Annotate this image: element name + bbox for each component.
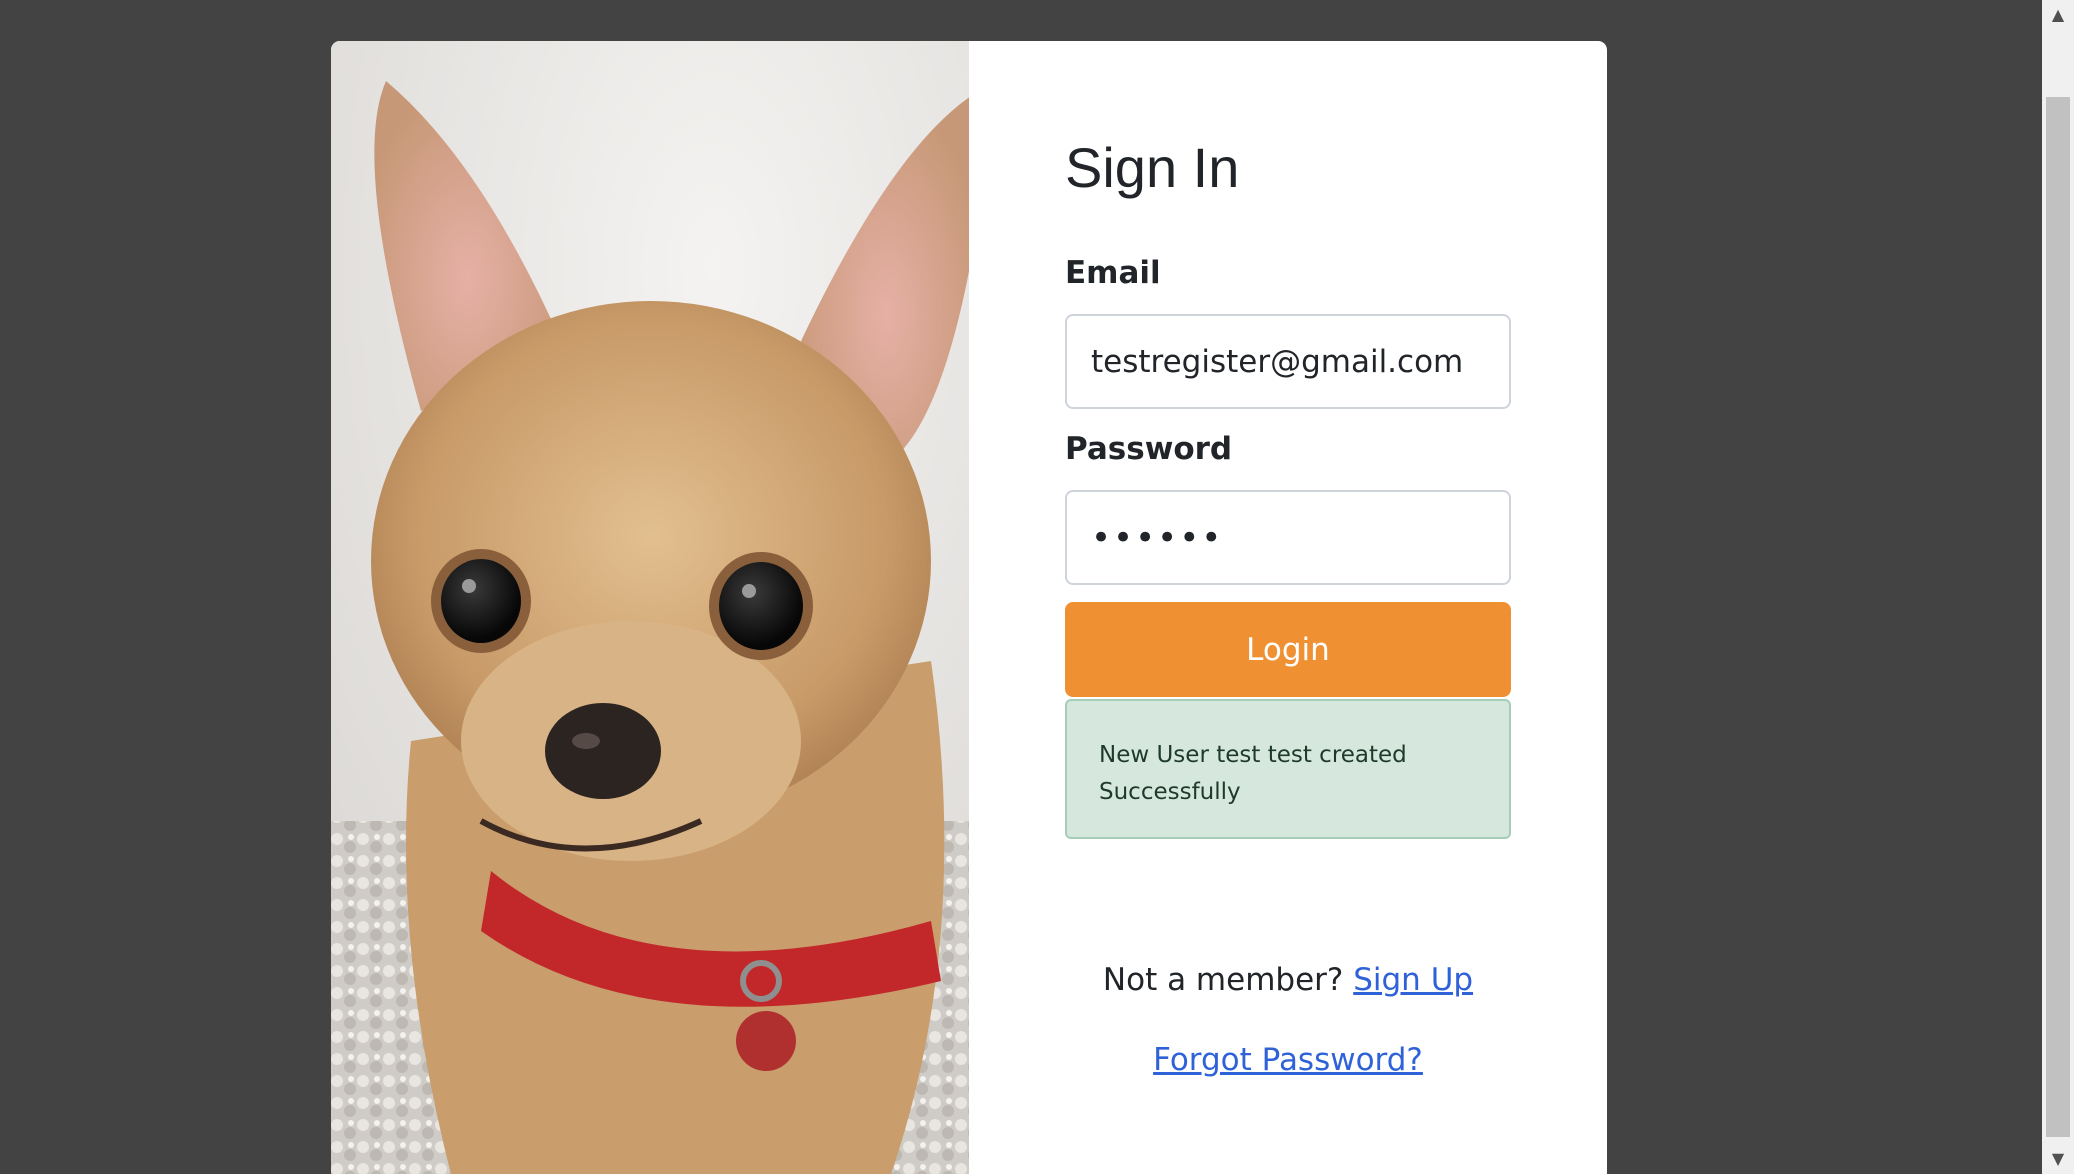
scrollbar-thumb[interactable] [2046, 97, 2070, 1137]
dog-photo [331, 41, 969, 1174]
sign-up-link[interactable]: Sign Up [1353, 962, 1473, 998]
password-field[interactable] [1065, 490, 1511, 585]
login-button[interactable]: Login [1065, 602, 1511, 697]
vertical-scrollbar[interactable]: ▲ ▼ [2042, 0, 2074, 1174]
signup-prompt: Not a member? Sign Up [1065, 962, 1511, 998]
sign-in-form: Sign In Email Password Login New User te… [1065, 41, 1607, 1174]
email-label: Email [1065, 255, 1161, 291]
page-viewport: Sign In Email Password Login New User te… [0, 0, 2074, 1174]
member-text: Not a member? [1102, 962, 1354, 998]
page-title: Sign In [1065, 136, 1240, 199]
email-field[interactable] [1065, 314, 1511, 409]
forgot-password-row: Forgot Password? [1065, 1042, 1511, 1078]
scroll-down-arrow-icon[interactable]: ▼ [2042, 1144, 2074, 1174]
sign-in-card: Sign In Email Password Login New User te… [331, 41, 1607, 1174]
success-alert: New User test test created Successfully [1065, 699, 1511, 839]
scroll-up-arrow-icon[interactable]: ▲ [2042, 0, 2074, 30]
forgot-password-link[interactable]: Forgot Password? [1153, 1042, 1423, 1078]
password-label: Password [1065, 431, 1233, 467]
